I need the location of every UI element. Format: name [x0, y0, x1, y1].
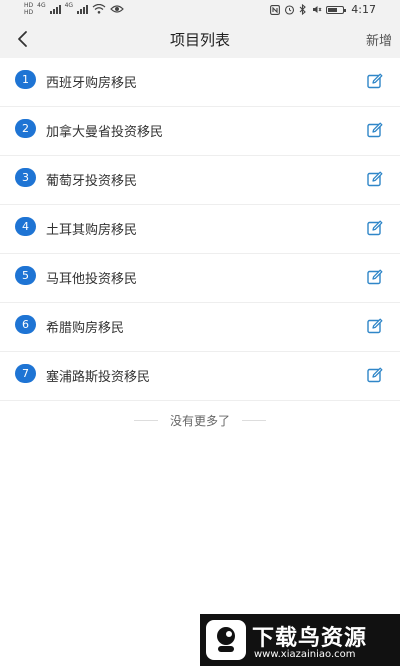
divider-left	[133, 420, 158, 421]
wifi-icon	[92, 4, 106, 14]
list-item[interactable]: 2 加拿大曼省投资移民	[0, 107, 400, 156]
watermark-logo-icon	[206, 620, 246, 660]
item-number-badge: 4	[15, 217, 36, 236]
item-label: 葡萄牙投资移民	[46, 174, 138, 189]
item-label: 塞浦路斯投资移民	[46, 370, 151, 385]
bluetooth-icon	[299, 4, 307, 15]
item-number-badge: 5	[15, 266, 36, 285]
eye-icon	[110, 5, 124, 13]
item-label: 加拿大曼省投资移民	[46, 125, 164, 140]
page-title: 项目列表	[169, 31, 230, 49]
signal-icon	[49, 4, 61, 14]
item-number-badge: 7	[15, 364, 36, 383]
list-item[interactable]: 6 希腊购房移民	[0, 303, 400, 352]
item-label: 西班牙购房移民	[46, 76, 138, 91]
divider-right	[242, 420, 266, 421]
edit-icon[interactable]	[366, 366, 384, 384]
edit-icon[interactable]	[366, 121, 384, 139]
status-time: 4:17	[351, 3, 376, 16]
item-label: 土耳其购房移民	[46, 223, 138, 238]
watermark-url: www.xiazainiao.com	[254, 649, 356, 660]
signal-icon-2	[77, 4, 89, 14]
status-left-group: HD HD 4G 4G	[24, 2, 124, 16]
list-item[interactable]: 3 葡萄牙投资移民	[0, 156, 400, 205]
list-item[interactable]: 7 塞浦路斯投资移民	[0, 352, 400, 401]
item-label: 希腊购房移民	[46, 321, 125, 336]
hd-badge: HD HD	[24, 2, 33, 16]
edit-icon[interactable]	[366, 170, 384, 188]
item-number-badge: 3	[15, 168, 36, 187]
battery-icon	[326, 5, 347, 14]
list-item[interactable]: 5 马耳他投资移民	[0, 254, 400, 303]
item-label: 马耳他投资移民	[46, 272, 138, 287]
no-more-indicator: 没有更多了	[0, 412, 400, 429]
status-bar: HD HD 4G 4G 4:17	[0, 0, 400, 20]
edit-icon[interactable]	[366, 72, 384, 90]
list-item[interactable]: 1 西班牙购房移民	[0, 58, 400, 107]
edit-icon[interactable]	[366, 268, 384, 286]
no-more-text: 没有更多了	[169, 414, 230, 428]
nav-bar: 项目列表 新增	[0, 20, 400, 58]
nfc-icon	[270, 4, 281, 15]
hd-badge-bottom: HD	[24, 9, 34, 16]
battery-level	[328, 7, 338, 12]
list-item[interactable]: 4 土耳其购房移民	[0, 205, 400, 254]
item-number-badge: 1	[15, 70, 36, 89]
network-type-1: 4G	[37, 2, 46, 9]
add-new-button[interactable]: 新增	[366, 30, 392, 49]
item-number-badge: 6	[15, 315, 36, 334]
hd-badge-top: HD	[24, 2, 34, 9]
watermark: 下载鸟资源 www.xiazainiao.com	[200, 614, 400, 666]
item-number-badge: 2	[15, 119, 36, 138]
status-right-group: 4:17	[270, 3, 376, 16]
mute-icon	[313, 6, 322, 13]
edit-icon[interactable]	[366, 317, 384, 335]
watermark-title: 下载鸟资源	[252, 626, 368, 651]
project-list: 1 西班牙购房移民 2 加拿大曼省投资移民 3 葡萄牙投资移民 4 土耳其购房移民 5 马耳他投资…	[0, 58, 400, 401]
edit-icon[interactable]	[366, 219, 384, 237]
alarm-icon	[285, 5, 295, 15]
network-type-2: 4G	[64, 2, 74, 9]
